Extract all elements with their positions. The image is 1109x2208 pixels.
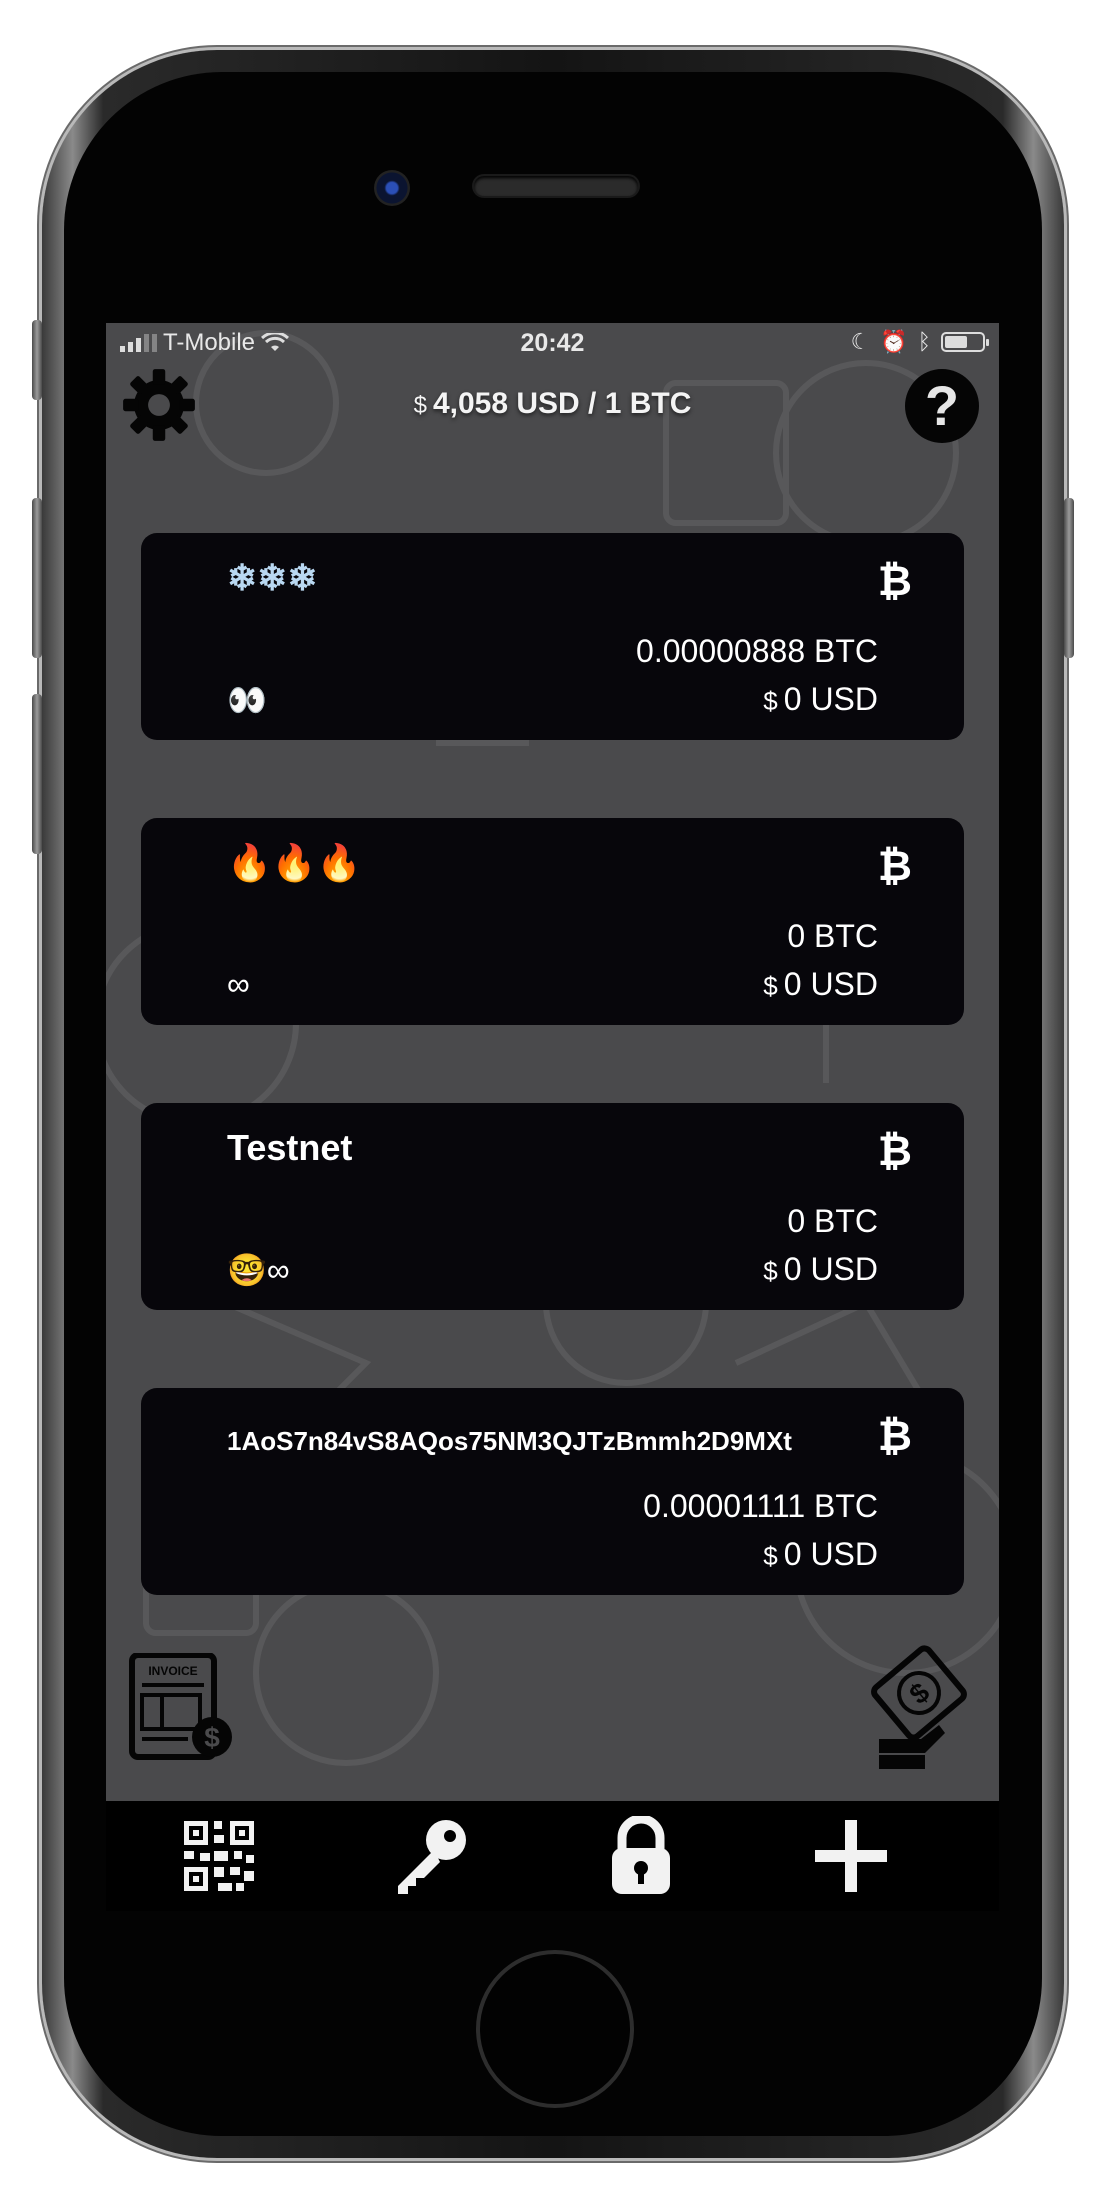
- invoice-icon[interactable]: INVOICE $: [128, 1653, 236, 1761]
- wallet-btc-balance: 0.00001111 BTC: [643, 1488, 878, 1524]
- status-bar: T-Mobile 20:42 ☾ ⏰ ᛒ: [106, 323, 999, 363]
- svg-text:$: $: [204, 1722, 220, 1753]
- silent-switch: [32, 320, 42, 400]
- rate-currency: $: [413, 392, 427, 419]
- tab-qr-code[interactable]: [178, 1815, 260, 1897]
- wallet-label: 🔥🔥🔥: [227, 842, 362, 883]
- qr-code-icon: [184, 1821, 254, 1891]
- invoice-text: INVOICE: [148, 1664, 197, 1678]
- status-right: ☾ ⏰ ᛒ: [850, 329, 989, 355]
- usd-amount: 0 USD: [783, 966, 878, 1002]
- wallet-card[interactable]: 1AoS7n84vS8AQos75NM3QJTzBmmh2D9MXt ₿ 0.0…: [141, 1388, 964, 1595]
- wallet-usd-balance: $0 USD: [763, 966, 878, 1003]
- usd-currency: $: [763, 1256, 778, 1286]
- svg-text:$: $: [903, 1676, 935, 1710]
- question-icon[interactable]: ?: [905, 369, 979, 443]
- wallet-btc-balance: 0.00000888 BTC: [636, 633, 878, 669]
- wallet-label: 1AoS7n84vS8AQos75NM3QJTzBmmh2D9MXt: [227, 1426, 792, 1456]
- earpiece-speaker: [474, 176, 638, 196]
- volume-up-button: [32, 498, 42, 658]
- home-button[interactable]: [476, 1950, 634, 2108]
- tab-bar: [106, 1801, 999, 1911]
- usd-currency: $: [763, 1541, 778, 1571]
- front-camera: [374, 170, 410, 206]
- bitcoin-icon: ₿: [877, 1412, 912, 1459]
- usd-amount: 0 USD: [783, 1536, 878, 1572]
- tab-lock[interactable]: [600, 1815, 682, 1897]
- key-icon: [398, 1820, 466, 1894]
- bitcoin-icon: ₿: [877, 557, 912, 604]
- usd-amount: 0 USD: [783, 1251, 878, 1287]
- moon-icon: ☾: [850, 329, 871, 354]
- tab-keys[interactable]: [389, 1815, 471, 1897]
- bitcoin-icon: ₿: [877, 1127, 912, 1174]
- wallet-label: Testnet: [227, 1127, 353, 1168]
- wallet-usd-balance: $0 USD: [763, 1536, 878, 1573]
- wallet-usd-balance: $0 USD: [763, 681, 878, 718]
- wallet-card[interactable]: Testnet ₿ 0 BTC 🤓∞ $0 USD: [141, 1103, 964, 1310]
- wallet-subtitle: ∞: [227, 966, 250, 1002]
- plus-icon: [815, 1820, 887, 1892]
- wallet-subtitle: 👀: [227, 682, 267, 718]
- app-screen: T-Mobile 20:42 ☾ ⏰ ᛒ $ 4,058 USD / 1 BTC…: [106, 323, 999, 1911]
- tab-add-wallet[interactable]: [810, 1815, 892, 1897]
- hand-dollar-icon[interactable]: $: [859, 1643, 969, 1771]
- usd-amount: 0 USD: [783, 681, 878, 717]
- usd-currency: $: [763, 971, 778, 1001]
- wallet-card[interactable]: ❄❄❄ ₿ 0.00000888 BTC 👀 $0 USD: [141, 533, 964, 740]
- wallet-subtitle: 🤓∞: [227, 1252, 290, 1288]
- wallet-btc-balance: 0 BTC: [787, 918, 878, 954]
- wallet-label: ❄❄❄: [227, 557, 318, 598]
- bluetooth-icon: ᛒ: [917, 329, 931, 354]
- volume-down-button: [32, 694, 42, 854]
- power-button: [1064, 498, 1074, 658]
- battery-icon: [941, 332, 989, 352]
- exchange-rate: $4,058 USD / 1 BTC: [106, 387, 999, 421]
- alarm-icon: ⏰: [880, 329, 908, 354]
- rate-text: 4,058 USD / 1 BTC: [432, 387, 692, 420]
- lock-icon: [612, 1816, 670, 1894]
- usd-currency: $: [763, 686, 778, 716]
- wallet-usd-balance: $0 USD: [763, 1251, 878, 1288]
- wallet-card[interactable]: 🔥🔥🔥 ₿ 0 BTC ∞ $0 USD: [141, 818, 964, 1025]
- bitcoin-icon: ₿: [877, 842, 912, 889]
- wallet-btc-balance: 0 BTC: [787, 1203, 878, 1239]
